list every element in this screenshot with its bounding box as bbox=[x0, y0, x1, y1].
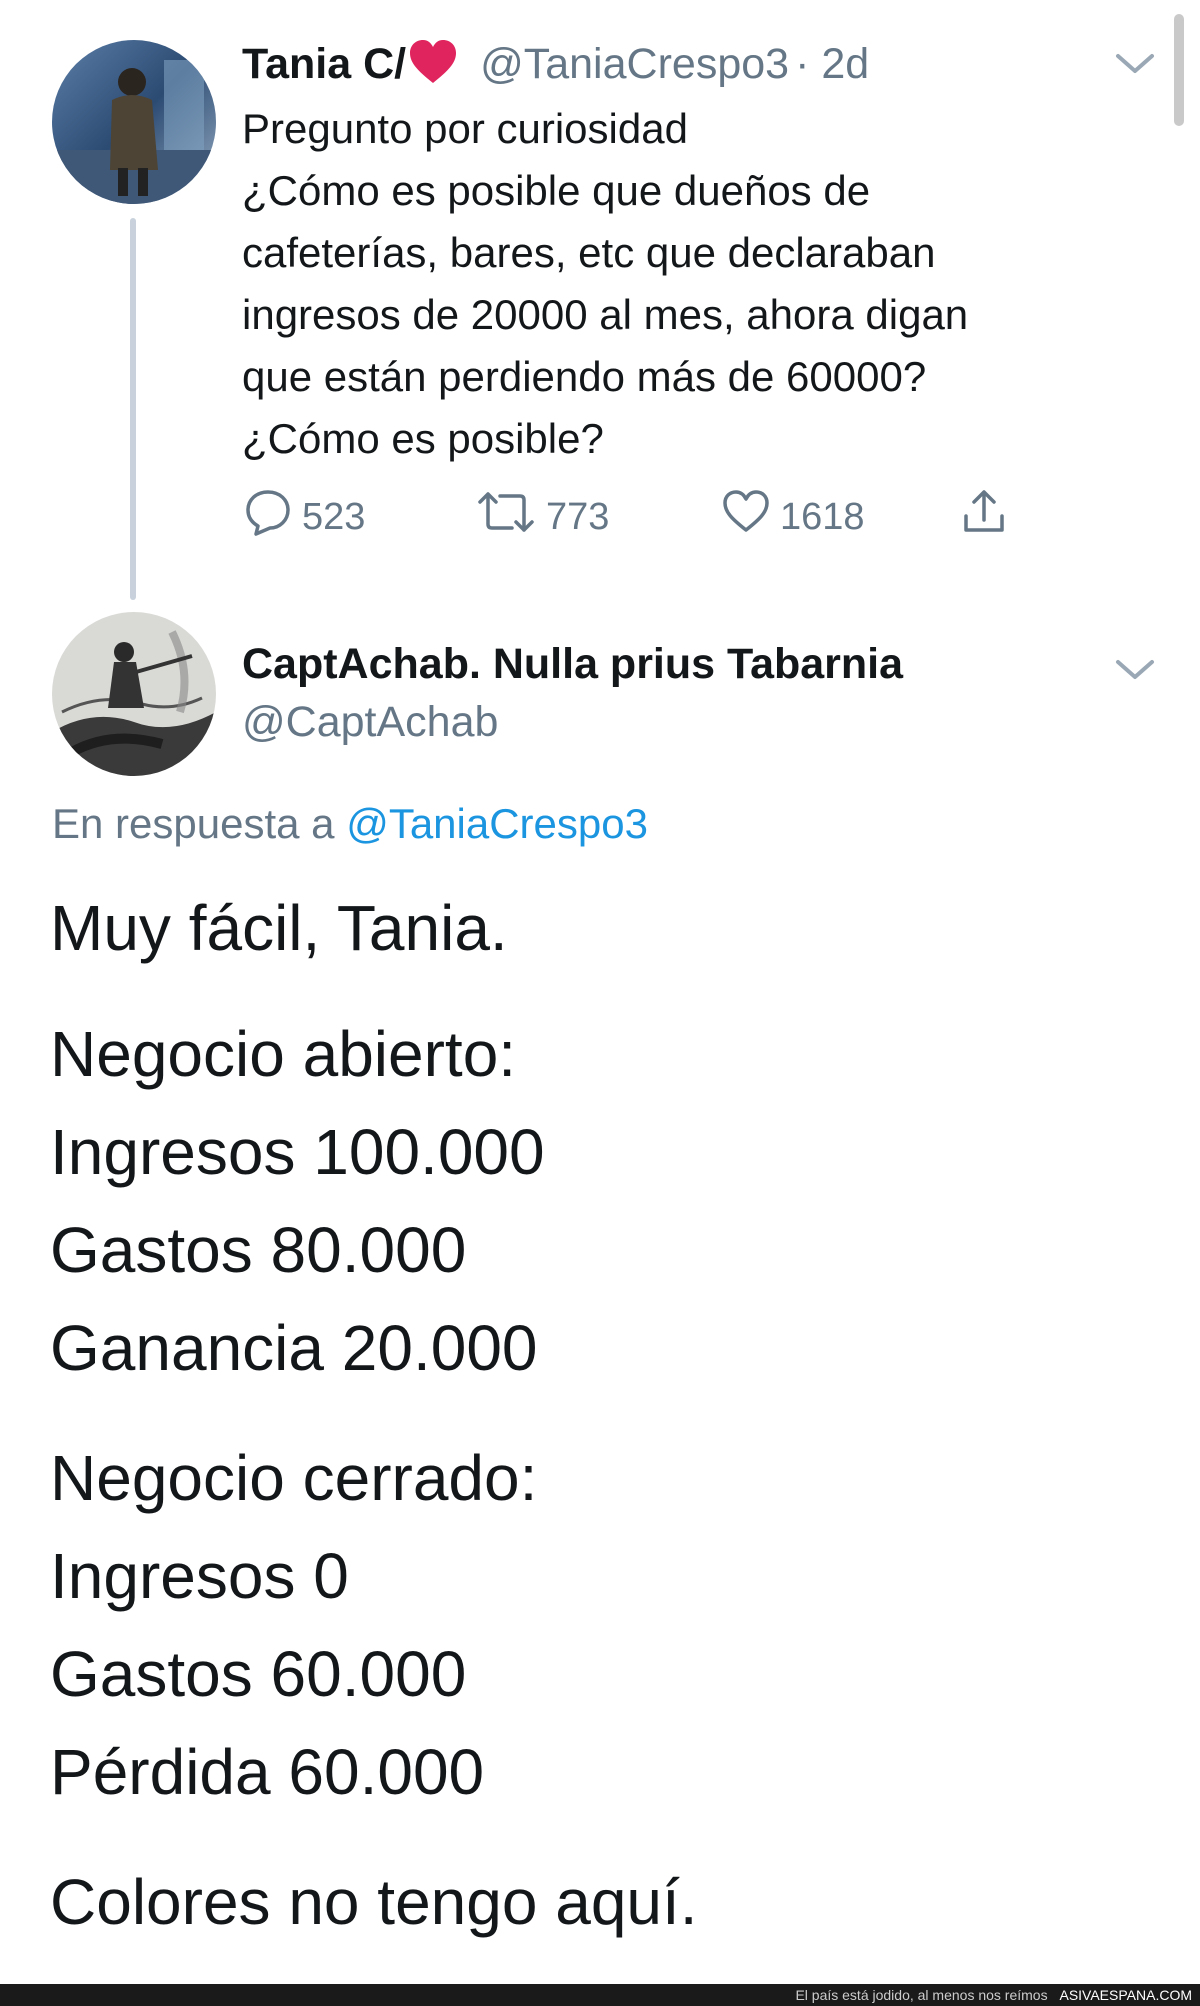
tweet-line: que están perdiendo más de 60000? bbox=[242, 353, 927, 400]
reply-line: Negocio cerrado: bbox=[50, 1442, 538, 1514]
like-icon bbox=[720, 486, 780, 548]
share-button[interactable] bbox=[958, 488, 1018, 546]
avatar-captachab[interactable] bbox=[52, 612, 216, 776]
footer-brand[interactable]: ASIVAESPANA.COM bbox=[1059, 1987, 1192, 2003]
share-icon bbox=[958, 486, 1018, 548]
reply-prefix: En respuesta a bbox=[52, 800, 335, 847]
reply-line: Negocio abierto: bbox=[50, 1018, 517, 1090]
reply-line: Muy fácil, Tania. bbox=[50, 892, 508, 964]
scrollbar[interactable] bbox=[1174, 14, 1184, 126]
reply-line: Gastos 60.000 bbox=[50, 1638, 467, 1710]
retweet-button[interactable]: 773 bbox=[474, 488, 609, 546]
reply-line: Gastos 80.000 bbox=[50, 1214, 467, 1286]
reply-context: En respuesta a @TaniaCrespo3 bbox=[52, 800, 648, 848]
like-button[interactable]: 1618 bbox=[720, 488, 865, 546]
reply-line: Pérdida 60.000 bbox=[50, 1736, 485, 1808]
reply-line: Colores no tengo aquí. bbox=[50, 1866, 698, 1938]
tweet-header: Tania C/ @TaniaCrespo3 · 2d bbox=[242, 34, 869, 94]
avatar-tania[interactable] bbox=[52, 40, 216, 204]
retweet-icon bbox=[474, 486, 546, 548]
retweet-count: 773 bbox=[546, 495, 610, 538]
thread-line bbox=[130, 218, 136, 600]
chevron-down-icon[interactable] bbox=[1112, 48, 1158, 83]
reply-button[interactable]: 523 bbox=[242, 488, 365, 546]
footer-caption: El país está jodido, al menos nos reímos bbox=[795, 1987, 1048, 2003]
reply-author-handle[interactable]: @CaptAchab bbox=[242, 698, 498, 747]
tweet-text: Pregunto por curiosidad ¿Cómo es posible… bbox=[242, 98, 1122, 470]
tweet-line: ¿Cómo es posible que dueños de bbox=[242, 167, 871, 214]
author-name[interactable]: Tania C/ bbox=[242, 40, 406, 89]
heart-emoji-icon bbox=[408, 39, 458, 90]
chevron-down-icon[interactable] bbox=[1112, 654, 1158, 689]
tweet-actions: 523 773 1618 bbox=[242, 488, 1042, 546]
tweet-line: ¿Cómo es posible? bbox=[242, 415, 604, 462]
tweet-line: cafeterías, bares, etc que declaraban bbox=[242, 229, 936, 276]
reply-count: 523 bbox=[302, 495, 366, 538]
reply-line: Ingresos 100.000 bbox=[50, 1116, 545, 1188]
like-count: 1618 bbox=[780, 495, 865, 538]
author-handle[interactable]: @TaniaCrespo3 bbox=[480, 40, 789, 89]
timestamp[interactable]: · 2d bbox=[795, 40, 869, 89]
reply-author-name[interactable]: CaptAchab. Nulla prius Tabarnia bbox=[242, 640, 903, 689]
tweet-line: Pregunto por curiosidad bbox=[242, 105, 688, 152]
footer-bar: El país está jodido, al menos nos reímos… bbox=[0, 1984, 1200, 2006]
tweet-line: ingresos de 20000 al mes, ahora digan bbox=[242, 291, 969, 338]
reply-line: Ganancia 20.000 bbox=[50, 1312, 538, 1384]
reply-line: Ingresos 0 bbox=[50, 1540, 349, 1612]
reply-icon bbox=[242, 486, 302, 548]
reply-mention-link[interactable]: @TaniaCrespo3 bbox=[346, 800, 648, 847]
